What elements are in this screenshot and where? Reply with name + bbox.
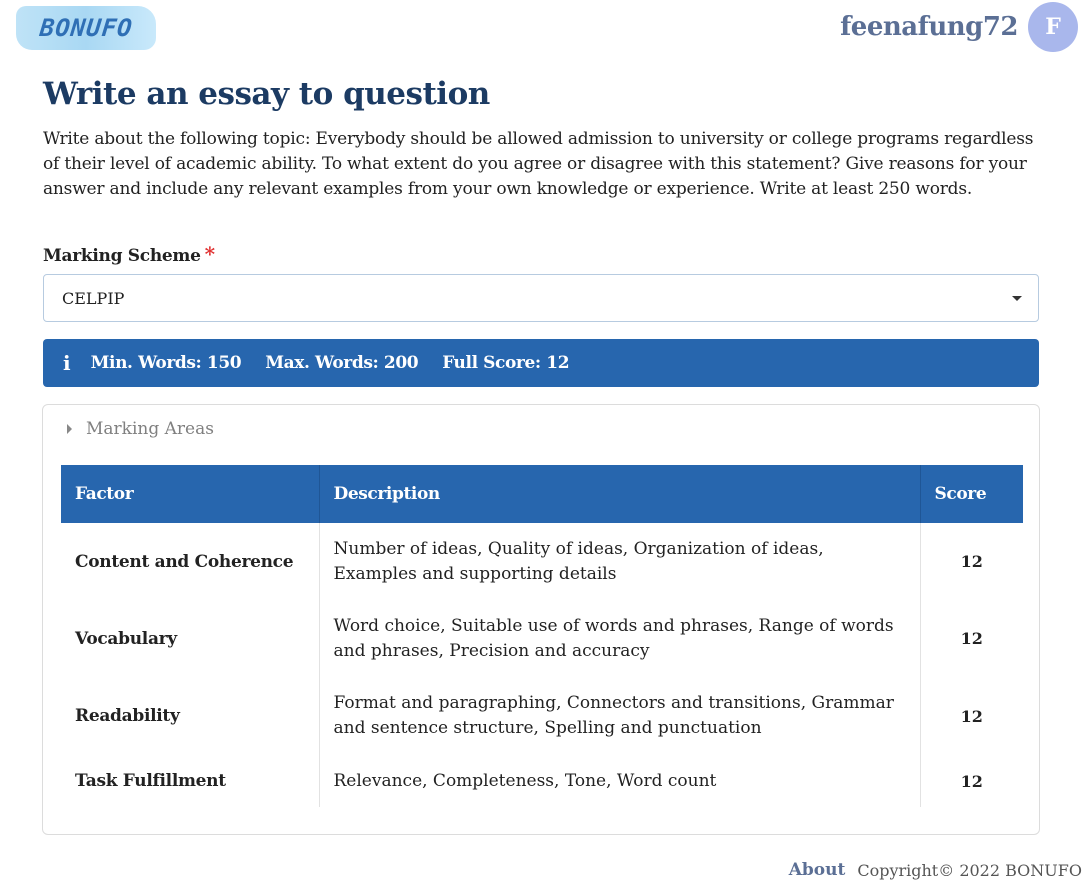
factor-cell: Task Fulfillment bbox=[75, 771, 226, 791]
marking-scheme-value: CELPIP bbox=[62, 288, 125, 308]
score-cell: 12 bbox=[960, 552, 983, 571]
marking-areas-card: Marking Areas Factor Description Score C… bbox=[42, 404, 1040, 835]
description-cell: Number of ideas, Quality of ideas, Organ… bbox=[318, 523, 921, 600]
table-header-row: Factor Description Score bbox=[61, 465, 1023, 523]
table-row: Task Fulfillment Relevance, Completeness… bbox=[61, 755, 1023, 807]
caret-right-icon bbox=[67, 424, 72, 434]
score-cell: 12 bbox=[960, 771, 983, 791]
table-row: Vocabulary Word choice, Suitable use of … bbox=[61, 600, 1023, 677]
factor-cell: Vocabulary bbox=[75, 628, 177, 649]
table-row: Content and Coherence Number of ideas, Q… bbox=[61, 523, 1023, 600]
header-description: Description bbox=[318, 465, 921, 523]
factor-cell: Readability bbox=[75, 706, 180, 726]
max-words: Max. Words: 200 bbox=[265, 353, 419, 373]
marking-areas-table: Factor Description Score Content and Coh… bbox=[61, 465, 1023, 807]
marking-scheme-select[interactable]: CELPIP bbox=[43, 274, 1039, 322]
score-cell: 12 bbox=[960, 629, 983, 648]
table-row: Readability Format and paragraphing, Con… bbox=[61, 677, 1023, 755]
bonufo-logo[interactable]: BONUFO bbox=[16, 6, 156, 50]
logo-text: BONUFO bbox=[38, 14, 134, 42]
essay-prompt: Write about the following topic: Everybo… bbox=[43, 129, 1034, 199]
min-words: Min. Words: 150 bbox=[90, 353, 242, 373]
copyright-text: Copyright© 2022 BONUFO bbox=[857, 860, 1082, 880]
user-menu[interactable]: feenafung72 F bbox=[840, 2, 1078, 52]
top-header: BONUFO feenafung72 F bbox=[0, 0, 1086, 60]
marking-areas-label: Marking Areas bbox=[86, 419, 214, 439]
required-asterisk: * bbox=[204, 242, 215, 266]
header-score: Score bbox=[920, 465, 1023, 523]
marking-scheme-label-text: Marking Scheme bbox=[43, 246, 201, 266]
factor-cell: Content and Coherence bbox=[75, 551, 294, 572]
description-cell: Relevance, Completeness, Tone, Word coun… bbox=[318, 755, 921, 807]
marking-scheme-label: Marking Scheme * bbox=[43, 242, 215, 266]
header-factor: Factor bbox=[61, 465, 319, 523]
about-link[interactable]: About bbox=[789, 860, 846, 880]
description-cell: Word choice, Suitable use of words and p… bbox=[318, 600, 921, 677]
caret-down-icon bbox=[1012, 296, 1022, 301]
marking-areas-toggle[interactable]: Marking Areas bbox=[67, 419, 214, 439]
avatar[interactable]: F bbox=[1028, 2, 1078, 52]
page-title: Write an essay to question bbox=[43, 76, 490, 112]
word-limits-banner: i Min. Words: 150 Max. Words: 200 Full S… bbox=[43, 339, 1039, 387]
score-cell: 12 bbox=[960, 706, 983, 726]
username[interactable]: feenafung72 bbox=[840, 12, 1018, 42]
footer: About Copyright© 2022 BONUFO bbox=[789, 860, 1082, 880]
description-cell: Format and paragraphing, Connectors and … bbox=[318, 677, 921, 755]
full-score: Full Score: 12 bbox=[442, 353, 570, 373]
info-icon: i bbox=[63, 351, 71, 375]
